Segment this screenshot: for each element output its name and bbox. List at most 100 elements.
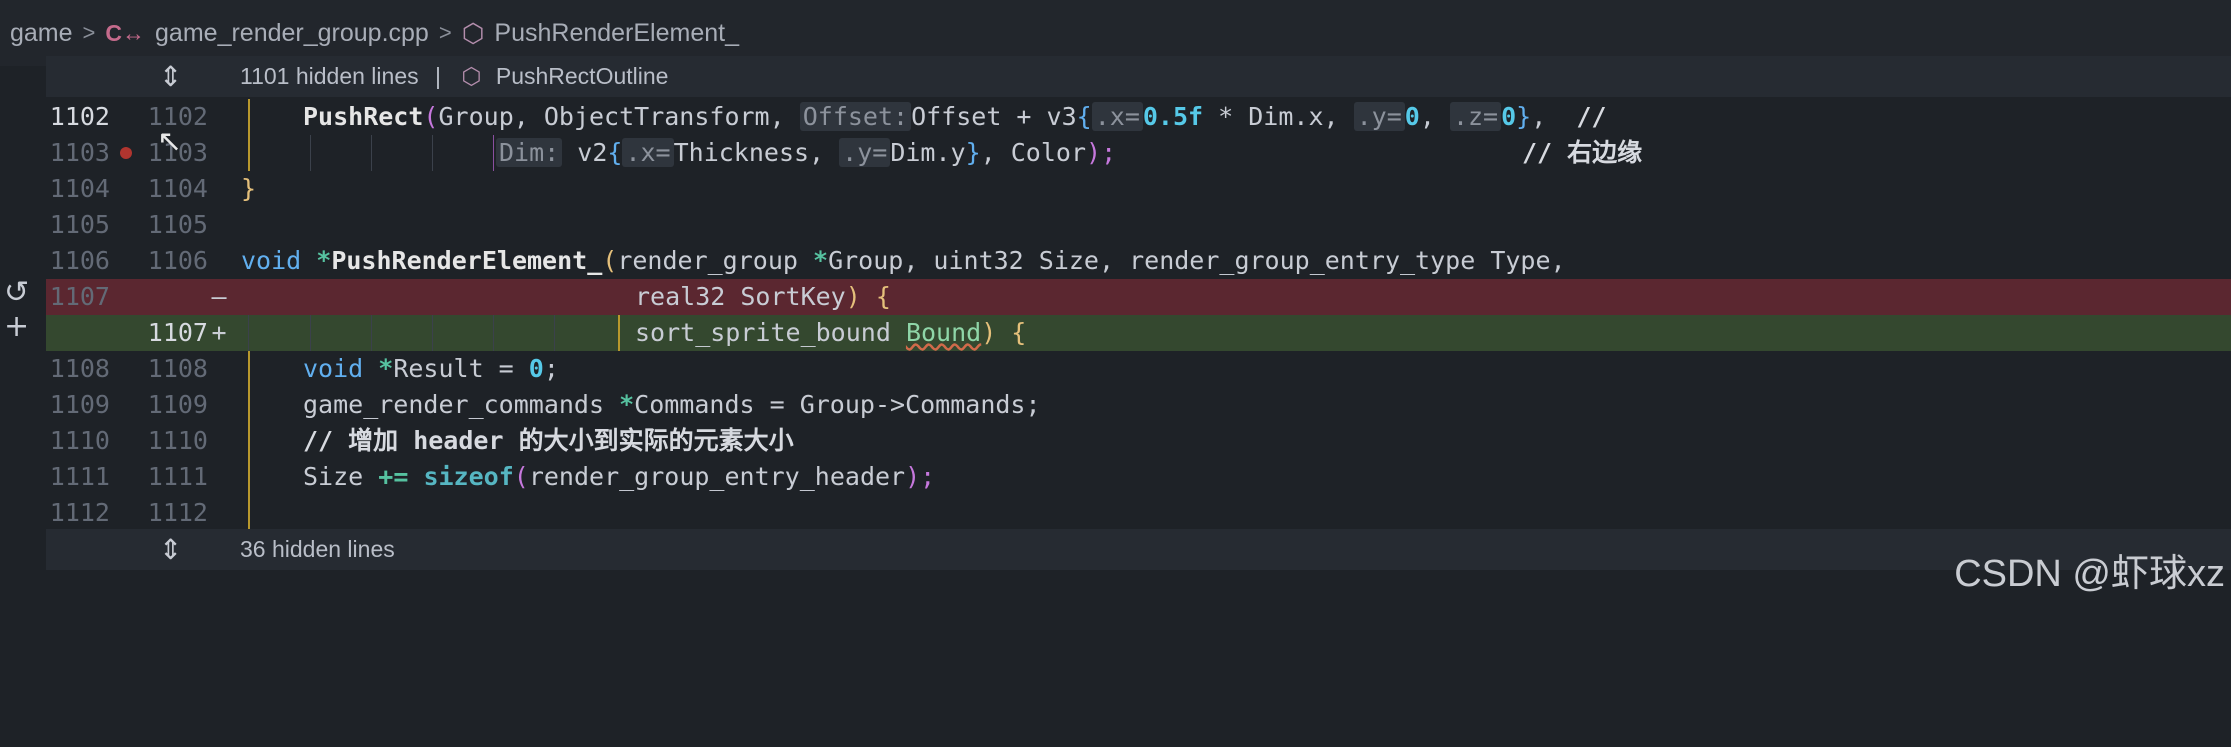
new-line-number: 1106 <box>147 246 208 275</box>
code-args: Group, ObjectTransform, <box>438 102 800 131</box>
code-args: , Color <box>980 138 1087 167</box>
hidden-lines-label: 1101 hidden lines | ⬡ PushRectOutline <box>240 63 668 90</box>
code-line[interactable]: 1112 1112 <box>46 495 2231 531</box>
hidden-lines-fold-bottom[interactable]: ⇕ 36 hidden lines <box>46 529 2231 570</box>
new-line-number: 1105 <box>147 210 208 239</box>
indent-guide <box>310 135 311 171</box>
code-keyword: sizeof <box>423 462 514 491</box>
code-args: game_render_commands <box>303 390 620 419</box>
deleted-code-line[interactable]: 1107 — real32 SortKey) { <box>46 279 2231 315</box>
code-args: Result = <box>393 354 529 383</box>
old-line-number: 1112 <box>49 498 110 527</box>
indent-guide <box>248 99 250 135</box>
diff-added-marker: + <box>211 318 227 347</box>
code-brace: { <box>1076 102 1092 131</box>
diff-action-gutter: ↺ + <box>0 66 46 606</box>
code-keyword: void <box>241 246 302 275</box>
revert-icon[interactable]: ↺ <box>4 278 29 308</box>
indent-guide <box>371 135 372 171</box>
fold-symbol-name[interactable]: PushRectOutline <box>496 63 669 89</box>
unfold-icon[interactable]: ⇕ <box>159 533 182 566</box>
code-paren: ( <box>602 246 618 275</box>
old-line-number: 1108 <box>49 354 110 383</box>
code-function: PushRenderElement_ <box>331 246 603 275</box>
new-line-number: 1104 <box>147 174 208 203</box>
inlay-hint: .y= <box>839 138 891 167</box>
old-line-number: 1106 <box>49 246 110 275</box>
code-text[interactable]: PushRect(Group, ObjectTransform, Offset:… <box>303 99 1606 135</box>
old-line-number: 1102 <box>49 102 110 131</box>
added-code-line[interactable]: 1107 + sort_sprite_bound Bound) { <box>46 315 2231 351</box>
code-line[interactable]: 1109 1109 game_render_commands *Commands… <box>46 387 2231 423</box>
code-brace: { <box>607 138 623 167</box>
fold-divider: | <box>435 63 441 89</box>
code-text[interactable]: sort_sprite_bound Bound) { <box>635 315 1026 351</box>
code-line[interactable]: 1103 1103 Dim: v2{.x= Thickness, .y= Dim.y… <box>46 135 2231 171</box>
code-param-error[interactable]: Bound <box>906 318 981 347</box>
indent-guide <box>310 315 311 351</box>
old-line-number: 1105 <box>49 210 110 239</box>
code-text[interactable]: void *PushRenderElement_(render_group *G… <box>241 243 1566 279</box>
new-line-number: 1109 <box>147 390 208 419</box>
new-line-number: 1110 <box>147 426 208 455</box>
inlay-hint: .x= <box>1091 102 1143 131</box>
hidden-lines-fold-top[interactable]: ⇕ 1101 hidden lines | ⬡ PushRectOutline <box>46 56 2231 97</box>
watermark: CSDN @虾球xz <box>1954 553 2225 595</box>
indent-guide <box>248 423 250 459</box>
inlay-hint: .z= <box>1449 102 1502 131</box>
code-operator: += <box>378 462 409 491</box>
code-text[interactable]: void *Result = 0; <box>303 351 559 387</box>
code-line[interactable]: 1111 1111 Size += sizeof(render_group_en… <box>46 459 2231 495</box>
code-comment: // 增加 header 的大小到实际的元素大小 <box>303 426 794 455</box>
code-number: 0 <box>528 354 544 383</box>
old-line-number: 1107 <box>49 282 110 311</box>
code-text[interactable]: game_render_commands *Commands = Group->… <box>303 387 1041 423</box>
mouse-cursor-icon: ↖ <box>157 124 183 159</box>
code-paren: ( <box>423 102 439 131</box>
code-line[interactable]: 1105 1105 <box>46 207 2231 243</box>
old-line-number: 1109 <box>49 390 110 419</box>
code-args: real32 SortKey <box>635 282 846 311</box>
cpp-file-icon: C↔ <box>105 19 146 46</box>
code-line[interactable]: 1106 1106 void *PushRenderElement_(rende… <box>46 243 2231 279</box>
breadcrumb-file[interactable]: game_render_group.cpp <box>155 19 429 48</box>
code-args: sort_sprite_bound <box>635 318 906 347</box>
indent-guide <box>248 495 250 531</box>
code-brace: } <box>241 174 257 203</box>
hidden-lines-count: 1101 hidden lines <box>240 63 419 89</box>
new-line-number: 1108 <box>147 354 208 383</box>
indent-guide <box>248 135 250 171</box>
code-line[interactable]: 1104 1104 } <box>46 171 2231 207</box>
symbol-method-icon: ⬡ <box>461 17 485 48</box>
indent-guide <box>248 387 250 423</box>
code-args: Size <box>303 462 379 491</box>
unfold-icon[interactable]: ⇕ <box>159 60 182 93</box>
code-line[interactable]: 1110 1110 // 增加 header 的大小到实际的元素大小 <box>46 423 2231 459</box>
code-line[interactable]: 1108 1108 void *Result = 0; <box>46 351 2231 387</box>
code-text[interactable]: real32 SortKey) { <box>635 279 891 315</box>
new-line-number: 1107 <box>147 318 208 347</box>
code-paren: ); <box>1086 138 1117 167</box>
code-text[interactable]: Dim: v2{.x= Thickness, .y= Dim.y}, Color); <box>496 135 1116 171</box>
indent-guide <box>248 315 249 351</box>
old-line-number: 1110 <box>49 426 110 455</box>
code-function: PushRect <box>303 102 424 131</box>
indent-guide <box>432 315 433 351</box>
code-paren: ( <box>513 462 529 491</box>
code-args: , <box>1419 102 1450 131</box>
code-pointer: * <box>301 246 332 275</box>
code-args: ; <box>543 354 559 383</box>
code-args: Commands = Group->Commands; <box>634 390 1041 419</box>
code-text[interactable]: Size += sizeof(render_group_entry_header… <box>303 459 935 495</box>
indent-guide <box>248 351 250 387</box>
inlay-hint: .x= <box>622 138 674 167</box>
inlay-hint: Dim: <box>496 138 563 167</box>
symbol-method-icon: ⬡ <box>461 63 482 89</box>
breadcrumb-symbol[interactable]: PushRenderElement_ <box>494 19 739 48</box>
breadcrumb-folder[interactable]: game <box>10 19 73 48</box>
indent-guide <box>618 315 620 351</box>
code-line[interactable]: 1102 1102 PushRect(Group, ObjectTransfor… <box>46 99 2231 135</box>
stage-plus-icon[interactable]: + <box>4 312 29 342</box>
code-number: 0 <box>1404 102 1420 131</box>
